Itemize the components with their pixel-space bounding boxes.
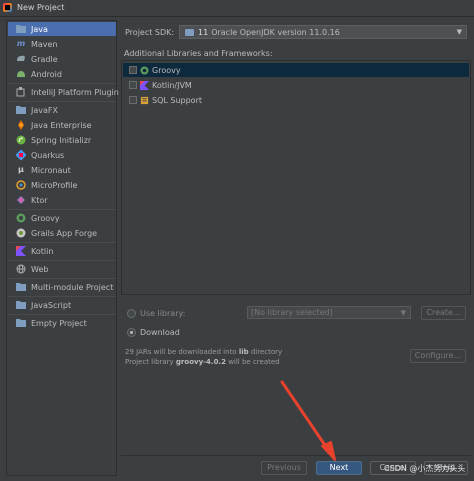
csdn-watermark: CSDN @小杰努力头头: [384, 464, 466, 473]
red-arrow-annotation: [280, 380, 336, 461]
